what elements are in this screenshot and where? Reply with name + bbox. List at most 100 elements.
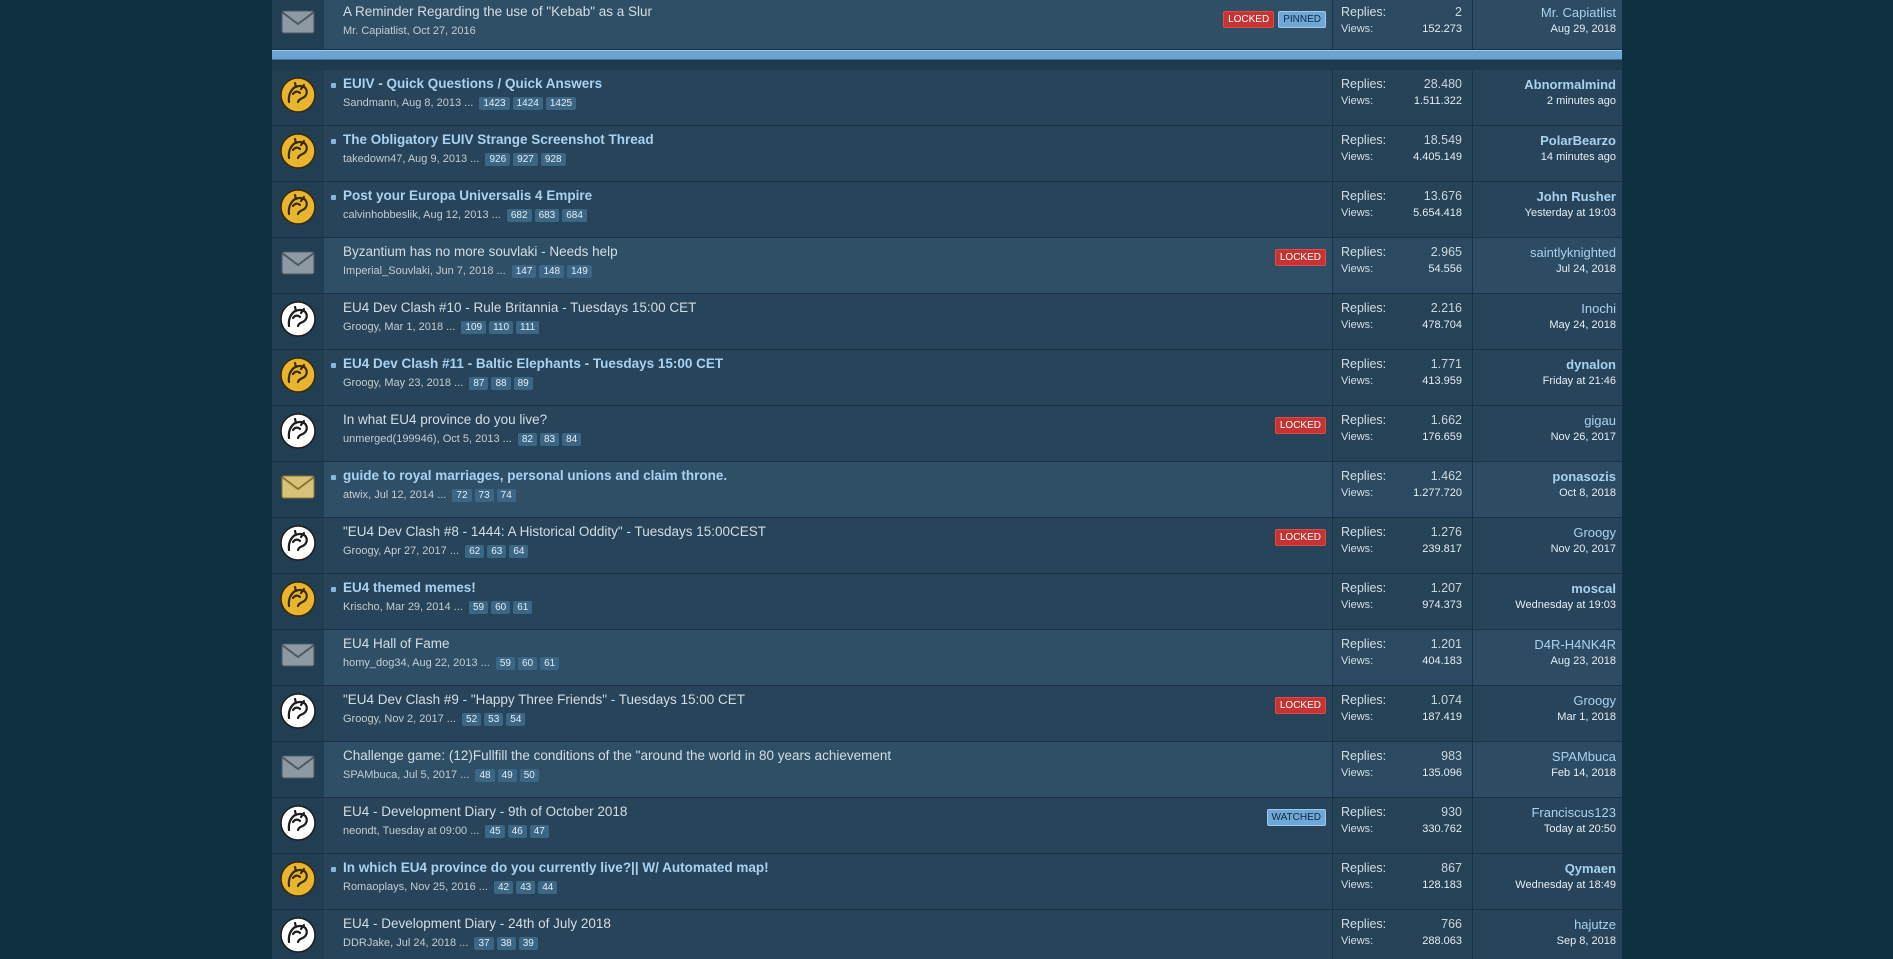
thread-icon-cell[interactable] <box>272 406 324 461</box>
thread-title-link[interactable]: "EU4 Dev Clash #9 - "Happy Three Friends… <box>343 692 1324 708</box>
thread-title-link[interactable]: EU4 themed memes! <box>343 580 1324 596</box>
last-post-date-link[interactable]: Nov 26, 2017 <box>1473 429 1616 446</box>
thread-icon-cell[interactable] <box>272 630 324 685</box>
thread-title-link[interactable]: The Obligatory EUIV Strange Screenshot T… <box>343 132 1324 148</box>
jump-to-unread-icon[interactable] <box>331 195 336 200</box>
page-link[interactable]: 149 <box>567 265 592 278</box>
page-link[interactable]: 60 <box>518 657 538 670</box>
page-link[interactable]: 61 <box>540 657 560 670</box>
page-link[interactable]: 110 <box>489 321 514 334</box>
thread-author-link[interactable]: Groogy <box>343 377 378 389</box>
last-poster-link[interactable]: Qymaen <box>1473 860 1616 877</box>
page-link[interactable]: 47 <box>529 825 549 838</box>
thread-author-link[interactable]: Groogy <box>343 545 378 557</box>
page-link[interactable]: 74 <box>496 489 516 502</box>
thread-author-link[interactable]: Krischo <box>343 601 380 613</box>
last-poster-link[interactable]: Groogy <box>1473 524 1616 541</box>
page-link[interactable]: 61 <box>513 601 533 614</box>
last-post-date-link[interactable]: Sep 8, 2018 <box>1473 933 1616 950</box>
thread-author-link[interactable]: Groogy <box>343 713 378 725</box>
last-poster-link[interactable]: dynalon <box>1473 356 1616 373</box>
thread-author-link[interactable]: Mr. Capiatlist <box>343 25 407 37</box>
last-poster-link[interactable]: Groogy <box>1473 692 1616 709</box>
page-link[interactable]: 111 <box>516 321 540 334</box>
page-link[interactable]: 38 <box>496 937 516 950</box>
last-post-date-link[interactable]: 14 minutes ago <box>1473 149 1616 166</box>
thread-title-link[interactable]: EU4 - Development Diary - 9th of October… <box>343 804 1324 820</box>
last-post-date-link[interactable]: Jul 24, 2018 <box>1473 261 1616 278</box>
page-link[interactable]: 683 <box>534 209 560 222</box>
last-post-date-link[interactable]: Friday at 21:46 <box>1473 373 1616 390</box>
thread-title-link[interactable]: EU4 Dev Clash #11 - Baltic Elephants - T… <box>343 356 1324 372</box>
thread-title-link[interactable]: Post your Europa Universalis 4 Empire <box>343 188 1324 204</box>
page-link[interactable]: 73 <box>474 489 494 502</box>
page-link[interactable]: 928 <box>540 153 566 166</box>
last-post-date-link[interactable]: Yesterday at 19:03 <box>1473 205 1616 222</box>
jump-to-unread-icon[interactable] <box>331 475 336 480</box>
thread-icon-cell[interactable] <box>272 350 324 405</box>
thread-icon-cell[interactable] <box>272 518 324 573</box>
page-link[interactable]: 82 <box>517 433 537 446</box>
page-link[interactable]: 48 <box>475 769 495 782</box>
thread-icon-cell[interactable] <box>272 854 324 909</box>
thread-title-link[interactable]: EU4 - Development Diary - 24th of July 2… <box>343 916 1324 932</box>
last-post-date-link[interactable]: Feb 14, 2018 <box>1473 765 1616 782</box>
jump-to-unread-icon[interactable] <box>331 587 336 592</box>
page-link[interactable]: 49 <box>497 769 517 782</box>
thread-author-link[interactable]: unmerged(199946) <box>343 433 437 445</box>
last-poster-link[interactable]: saintlyknighted <box>1473 244 1616 261</box>
thread-title-link[interactable]: guide to royal marriages, personal union… <box>343 468 1324 484</box>
last-poster-link[interactable]: Mr. Capiatlist <box>1473 4 1616 21</box>
page-link[interactable]: 43 <box>516 881 536 894</box>
page-link[interactable]: 59 <box>468 601 489 614</box>
page-link[interactable]: 927 <box>513 153 538 166</box>
thread-author-link[interactable]: neondt <box>343 825 377 837</box>
last-post-date-link[interactable]: Mar 1, 2018 <box>1473 709 1616 726</box>
last-post-date-link[interactable]: Wednesday at 18:49 <box>1473 877 1616 894</box>
thread-icon-cell[interactable] <box>272 238 324 293</box>
page-link[interactable]: 147 <box>511 265 537 278</box>
page-link[interactable]: 72 <box>452 489 472 502</box>
last-poster-link[interactable]: ponasozis <box>1473 468 1616 485</box>
page-link[interactable]: 44 <box>538 881 558 894</box>
last-poster-link[interactable]: D4R-H4NK4R <box>1473 636 1616 653</box>
page-link[interactable]: 46 <box>507 825 527 838</box>
page-link[interactable]: 1423 <box>479 97 510 110</box>
page-link[interactable]: 60 <box>491 601 511 614</box>
thread-icon-cell[interactable] <box>272 0 324 49</box>
last-post-date-link[interactable]: 2 minutes ago <box>1473 93 1616 110</box>
page-link[interactable]: 39 <box>518 937 538 950</box>
last-poster-link[interactable]: Franciscus123 <box>1473 804 1616 821</box>
page-link[interactable]: 1425 <box>545 97 577 110</box>
last-poster-link[interactable]: gigau <box>1473 412 1616 429</box>
last-poster-link[interactable]: PolarBearzo <box>1473 132 1616 149</box>
thread-author-link[interactable]: atwix <box>343 489 368 501</box>
thread-icon-cell[interactable] <box>272 910 324 959</box>
page-link[interactable]: 59 <box>495 657 515 670</box>
last-poster-link[interactable]: John Rusher <box>1473 188 1616 205</box>
thread-author-link[interactable]: takedown47 <box>343 153 402 165</box>
last-poster-link[interactable]: moscal <box>1473 580 1616 597</box>
thread-author-link[interactable]: DDRJake <box>343 937 390 949</box>
jump-to-unread-icon[interactable] <box>331 139 336 144</box>
thread-icon-cell[interactable] <box>272 574 324 629</box>
last-poster-link[interactable]: hajutze <box>1473 916 1616 933</box>
thread-icon-cell[interactable] <box>272 182 324 237</box>
thread-title-link[interactable]: EU4 Dev Clash #10 - Rule Britannia - Tue… <box>343 300 1324 316</box>
last-poster-link[interactable]: Abnormalmind <box>1473 76 1616 93</box>
last-poster-link[interactable]: Inochi <box>1473 300 1616 317</box>
page-link[interactable]: 64 <box>509 545 529 558</box>
page-link[interactable]: 89 <box>513 377 533 390</box>
last-post-date-link[interactable]: Aug 23, 2018 <box>1473 653 1616 670</box>
page-link[interactable]: 37 <box>474 937 494 950</box>
thread-title-link[interactable]: EUIV - Quick Questions / Quick Answers <box>343 76 1324 92</box>
page-link[interactable]: 42 <box>494 881 514 894</box>
page-link[interactable]: 53 <box>484 713 504 726</box>
last-post-date-link[interactable]: Nov 20, 2017 <box>1473 541 1616 558</box>
page-link[interactable]: 148 <box>539 265 565 278</box>
thread-icon-cell[interactable] <box>272 742 324 797</box>
jump-to-unread-icon[interactable] <box>331 867 336 872</box>
page-link[interactable]: 87 <box>469 377 489 390</box>
page-link[interactable]: 1424 <box>512 97 543 110</box>
last-post-date-link[interactable]: Wednesday at 19:03 <box>1473 597 1616 614</box>
